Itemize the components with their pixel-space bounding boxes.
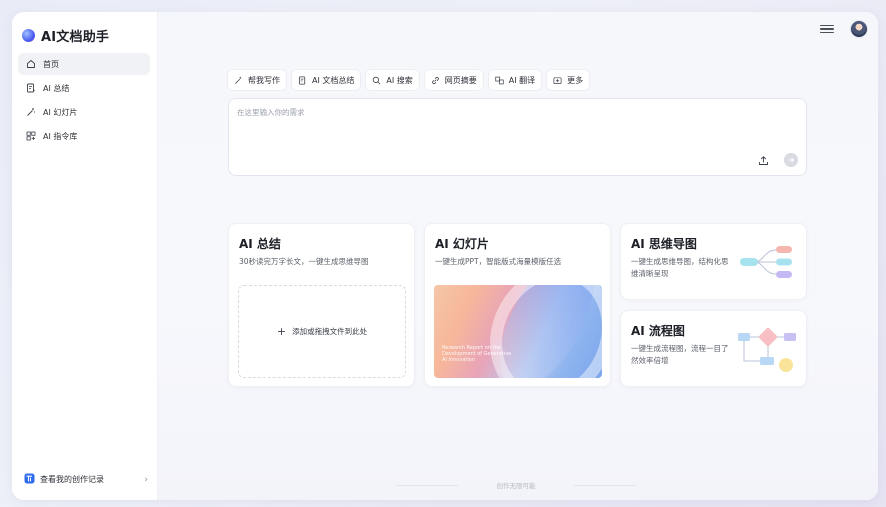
sidebar-item-label: AI 指令库 [43,131,78,141]
summary-icon [26,83,36,93]
card-title: AI 幻灯片 [435,237,489,251]
tool-label: AI 搜索 [386,75,413,85]
creation-history-link[interactable]: 查看我的创作记录 › [24,473,148,486]
card-title: AI 总结 [239,237,281,251]
tool-label: 帮我写作 [248,75,280,85]
slides-preview-image: Research Report on the Development of Ge… [434,285,602,378]
tool-write[interactable]: 帮我写作 [228,70,286,90]
menu-icon[interactable] [820,22,834,36]
document-icon [298,75,307,85]
footer-hint: 创作无限可能 [396,480,636,490]
flowchart-illustration-icon [738,327,796,372]
magic-pen-icon [234,76,243,85]
link-icon [431,76,440,85]
app-logo-icon [22,29,35,42]
home-icon [26,59,36,69]
tool-label: 更多 [567,75,584,85]
card-title: AI 流程图 [631,324,685,338]
card-title: AI 思维导图 [631,237,697,251]
card-desc: 一键生成流程图，流程一目了然效率倍增 [631,344,729,365]
decor-wave [468,285,602,378]
card-ai-flowchart[interactable]: AI 流程图 一键生成流程图，流程一目了然效率倍增 [620,310,807,387]
tool-more[interactable]: 更多 [547,70,590,90]
sidebar-item-ai-slides[interactable]: AI 幻灯片 [18,101,150,123]
brand[interactable]: AI文档助手 [22,26,109,45]
card-ai-summary[interactable]: AI 总结 30秒读完万字长文，一键生成思维导图 + 添加或拖拽文件到此处 [228,223,415,387]
file-dropzone[interactable]: + 添加或拖拽文件到此处 [238,285,406,378]
plus-icon: + [276,325,287,338]
grid-icon [26,131,36,141]
search-icon [372,76,381,85]
sidebar-item-label: AI 幻灯片 [43,107,78,117]
app-window: AI文档助手 首页 AI 总结 AI 幻灯片 AI 指令库 查看我的创作记录 ›… [12,12,878,500]
tool-search[interactable]: AI 搜索 [366,70,419,90]
history-label: 查看我的创作记录 [40,475,104,484]
card-desc: 一键生成思维导图，结构化思维清晰呈现 [631,257,729,278]
main-content: 帮我写作 AI 文档总结 AI 搜索 网页摘要 AI 翻译 更多 在这里输入你的… [158,12,878,500]
sidebar-nav: 首页 AI 总结 AI 幻灯片 AI 指令库 [18,53,150,149]
tool-translate[interactable]: AI 翻译 [488,70,542,90]
tool-web-summary[interactable]: 网页摘要 [424,70,483,90]
more-icon [553,76,562,85]
tool-doc-summary[interactable]: AI 文档总结 [292,70,361,90]
sidebar: AI文档助手 首页 AI 总结 AI 幻灯片 AI 指令库 查看我的创作记录 › [12,12,158,500]
slides-preview-title: Research Report on the Development of Ge… [442,345,512,363]
tool-label: AI 文档总结 [312,75,355,85]
card-ai-slides[interactable]: AI 幻灯片 一键生成PPT，智能版式海量模版任选 Research Repor… [424,223,611,387]
sidebar-item-ai-summary[interactable]: AI 总结 [18,77,150,99]
prompt-input[interactable] [237,107,777,147]
card-desc: 30秒读完万字长文，一键生成思维导图 [239,257,369,266]
arrow-right-icon [788,157,795,163]
card-ai-mindmap[interactable]: AI 思维导图 一键生成思维导图，结构化思维清晰呈现 [620,223,807,300]
upload-icon[interactable] [756,153,770,167]
translate-icon [495,76,504,85]
card-desc: 一键生成PPT，智能版式海量模版任选 [435,257,562,266]
tool-label: AI 翻译 [508,75,536,85]
send-button[interactable] [784,153,798,167]
app-name: AI文档助手 [41,30,110,45]
sidebar-item-ai-prompts[interactable]: AI 指令库 [18,125,150,147]
history-icon [24,473,35,486]
quick-tools: 帮我写作 AI 文档总结 AI 搜索 网页摘要 AI 翻译 更多 [228,70,590,90]
tool-label: 网页摘要 [444,75,477,85]
sidebar-item-label: AI 总结 [43,83,70,93]
magic-wand-icon [26,107,36,117]
sidebar-item-home[interactable]: 首页 [18,53,150,75]
dropzone-label: 添加或拖拽文件到此处 [292,327,368,336]
chevron-right-icon: › [144,474,148,485]
prompt-box [228,98,807,176]
sidebar-item-label: 首页 [43,59,59,69]
mindmap-illustration-icon [740,246,792,278]
avatar[interactable] [850,20,868,38]
